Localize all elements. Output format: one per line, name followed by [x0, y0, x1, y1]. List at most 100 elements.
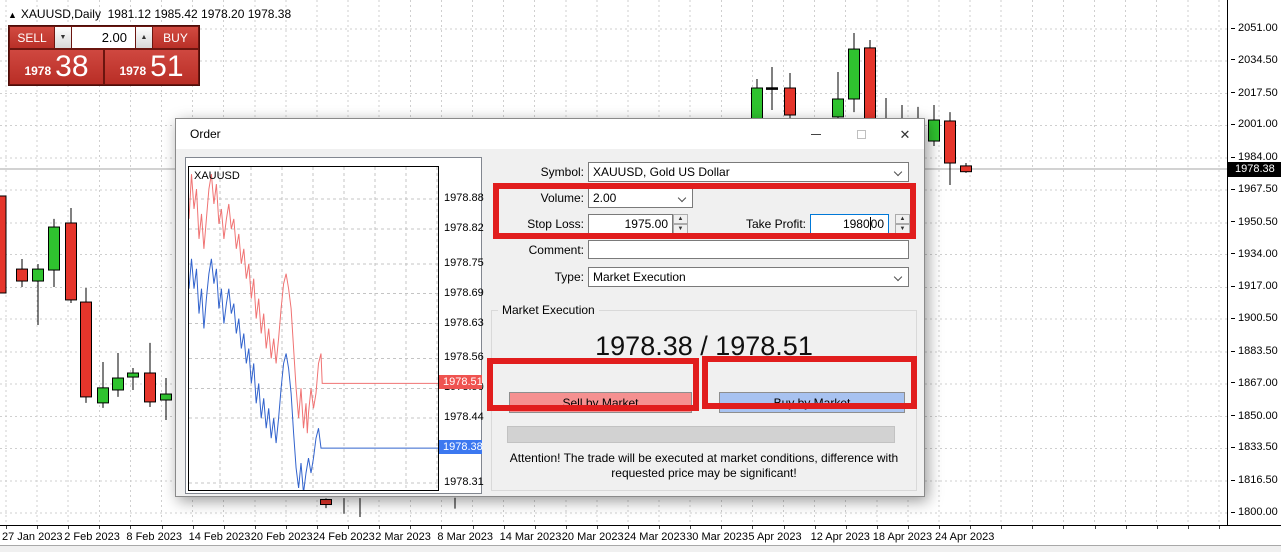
candlestick: [161, 378, 172, 420]
price-axis-label: 2001.00: [1231, 118, 1278, 130]
date-axis-label: 2 Feb 2023: [64, 531, 120, 543]
one-click-price-row: 1978 38 1978 51: [10, 50, 198, 84]
collapse-arrow-icon[interactable]: ▲: [8, 10, 17, 20]
price-axis-label: 1833.50: [1231, 441, 1278, 453]
chevron-down-icon: [894, 168, 902, 176]
date-axis-tick: [628, 526, 629, 529]
price-axis[interactable]: 2051.002034.502017.502001.001984.001967.…: [1227, 0, 1281, 525]
volume-decrease-button[interactable]: ▼: [55, 27, 71, 48]
date-axis-label: 20 Feb 2023: [251, 531, 313, 543]
sell-price-display[interactable]: 1978 38: [10, 50, 103, 84]
minimize-button[interactable]: [798, 119, 834, 149]
buy-price-minor: 51: [150, 52, 183, 82]
close-button[interactable]: ✕: [887, 119, 923, 149]
disabled-slider-area: [507, 426, 895, 443]
one-click-top-row: SELL ▼ 2.00 ▲ BUY: [10, 27, 198, 48]
date-axis-tick: [286, 526, 287, 529]
date-axis-label: 2 Mar 2023: [375, 531, 431, 543]
attention-line-2: requested price may be significant!: [611, 466, 796, 480]
date-axis-tick: [317, 526, 318, 529]
price-axis-label: 1850.00: [1231, 410, 1278, 422]
date-axis-tick: [193, 526, 194, 529]
edge-candle-fragment: [0, 196, 6, 293]
date-axis-tick: [410, 526, 411, 529]
date-axis-label: 18 Apr 2023: [873, 531, 932, 543]
price-axis-label: 1917.00: [1231, 280, 1278, 292]
candlestick: [849, 33, 860, 112]
tick-chart-symbol: XAUUSD: [194, 170, 240, 182]
candlestick: [33, 264, 44, 325]
window-bottom-edge: [0, 545, 1281, 552]
price-axis-label: 2034.50: [1231, 54, 1278, 66]
volume-increase-button[interactable]: ▲: [136, 27, 152, 48]
date-axis-tick: [877, 526, 878, 529]
date-axis-tick: [970, 526, 971, 529]
candlestick: [961, 163, 972, 173]
date-axis-tick: [1063, 526, 1064, 529]
attention-line-1: Attention! The trade will be executed at…: [510, 451, 898, 465]
date-axis-label: 24 Feb 2023: [313, 531, 375, 543]
maximize-button[interactable]: [843, 119, 879, 149]
tick-chart-price-label: 1978.56: [444, 351, 484, 363]
price-axis-label: 2017.50: [1231, 87, 1278, 99]
attention-text: Attention! The trade will be executed at…: [500, 451, 908, 481]
date-axis-tick: [1032, 526, 1033, 529]
maximize-icon: [857, 130, 866, 139]
date-axis-tick: [784, 526, 785, 529]
buy-price-display[interactable]: 1978 51: [105, 50, 198, 84]
date-axis-tick: [473, 526, 474, 529]
chart-symbol-period: XAUUSD,Daily: [21, 7, 101, 21]
date-axis-tick: [130, 526, 131, 529]
date-axis-label: 27 Jan 2023: [2, 531, 63, 543]
date-axis-tick: [846, 526, 847, 529]
date-axis-label: 24 Mar 2023: [624, 531, 686, 543]
tick-chart-price-label: 1978.69: [444, 287, 484, 299]
candlestick: [767, 67, 778, 110]
current-price-badge: 1978.38: [1228, 162, 1281, 177]
candlestick: [945, 112, 956, 185]
date-axis-tick: [1157, 526, 1158, 529]
candlestick: [49, 219, 60, 287]
volume-input[interactable]: 2.00: [72, 27, 135, 48]
symbol-select[interactable]: XAUUSD, Gold US Dollar: [588, 162, 909, 182]
comment-field[interactable]: [588, 240, 909, 259]
date-axis-label: 8 Feb 2023: [126, 531, 182, 543]
close-icon: ✕: [900, 128, 911, 141]
date-axis-tick: [690, 526, 691, 529]
date-axis-tick: [68, 526, 69, 529]
order-dialog: Order ✕ XAUUSD 1978.881978.821978.751978…: [175, 118, 925, 497]
candlestick: [81, 288, 92, 403]
candlestick: [929, 105, 940, 146]
order-type-select[interactable]: Market Execution: [588, 267, 909, 287]
date-axis[interactable]: 27 Jan 20232 Feb 20238 Feb 202314 Feb 20…: [0, 525, 1281, 545]
sell-button[interactable]: SELL: [10, 27, 54, 48]
order-dialog-titlebar[interactable]: Order ✕: [176, 119, 924, 149]
date-axis-tick: [1001, 526, 1002, 529]
buy-button[interactable]: BUY: [153, 27, 198, 48]
mt4-chart-window: ▲ XAUUSD,Daily 1981.12 1985.42 1978.20 19…: [0, 0, 1281, 552]
candlestick: [66, 208, 77, 303]
date-axis-label: 30 Mar 2023: [686, 531, 748, 543]
candlestick: [17, 259, 28, 287]
one-click-trading-panel: SELL ▼ 2.00 ▲ BUY 1978 38 1978 51: [8, 25, 200, 86]
date-axis-tick: [939, 526, 940, 529]
price-axis-label: 1950.50: [1231, 216, 1278, 228]
tick-chart-panel: XAUUSD 1978.881978.821978.751978.691978.…: [185, 157, 482, 494]
chart-ohlc-values: 1981.12 1985.42 1978.20 1978.38: [108, 7, 292, 21]
tick-chart-plot: XAUUSD: [188, 166, 439, 491]
date-axis-tick: [752, 526, 753, 529]
date-axis-tick: [441, 526, 442, 529]
date-axis-tick: [535, 526, 536, 529]
date-axis-tick: [6, 526, 7, 529]
date-axis-label: 5 Apr 2023: [748, 531, 801, 543]
sell-price-major: 1978: [24, 64, 51, 78]
price-axis-label: 1883.50: [1231, 345, 1278, 357]
date-axis-tick: [224, 526, 225, 529]
price-axis-label: 1934.00: [1231, 248, 1278, 260]
date-axis-tick: [815, 526, 816, 529]
date-axis-tick: [1095, 526, 1096, 529]
date-axis-tick: [1219, 526, 1220, 529]
annotation-rectangle-fields: [493, 183, 916, 239]
symbol-value: XAUUSD, Gold US Dollar: [593, 165, 730, 179]
date-axis-label: 12 Apr 2023: [811, 531, 870, 543]
